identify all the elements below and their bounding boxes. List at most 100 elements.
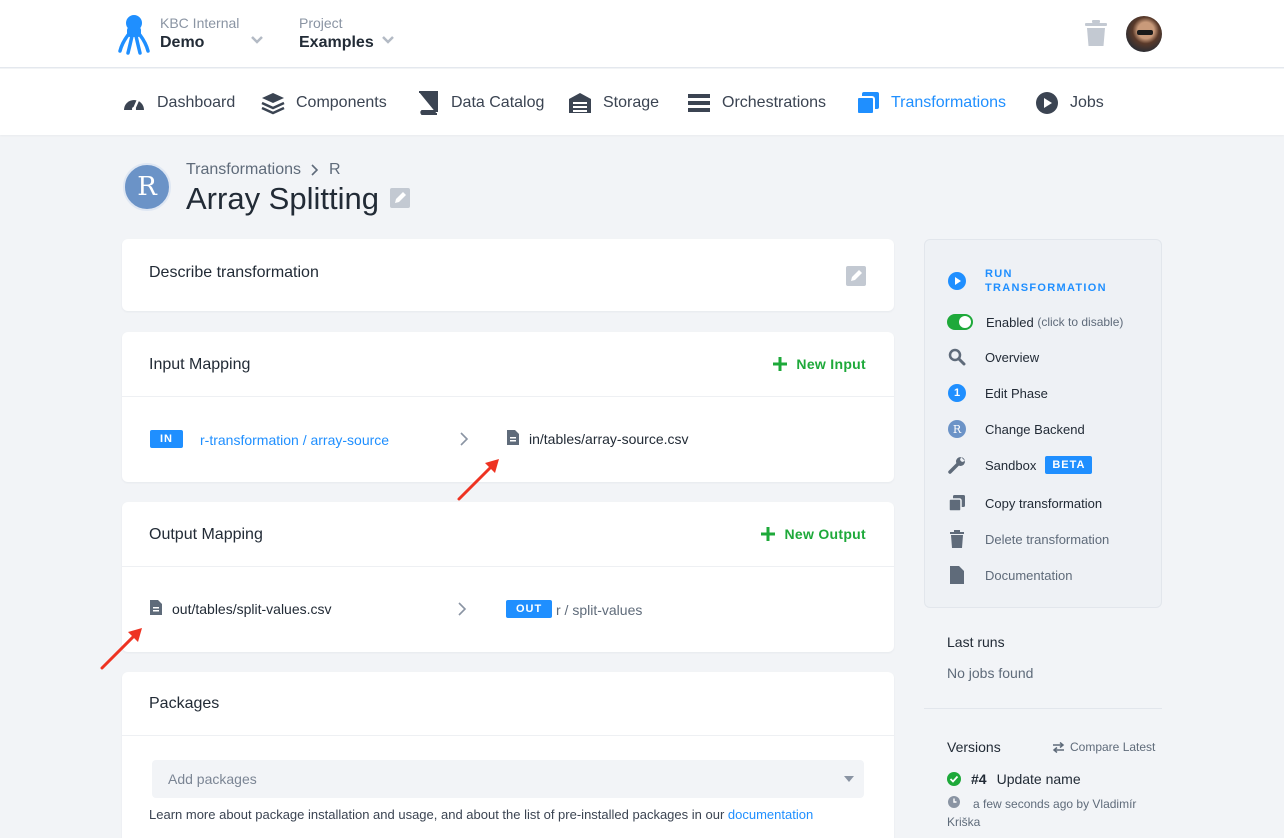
play-icon xyxy=(948,272,966,290)
nav-transformations[interactable]: Transformations xyxy=(856,91,1006,115)
nav-label: Orchestrations xyxy=(722,94,827,111)
change-backend-label: Change Backend xyxy=(985,421,1085,437)
plus-icon xyxy=(761,527,776,541)
output-destination[interactable]: r / split-values xyxy=(556,602,642,618)
run-label: RUN TRANSFORMATION xyxy=(985,268,1107,294)
search-icon xyxy=(948,348,966,366)
new-input-label: New Input xyxy=(796,356,866,372)
file-icon xyxy=(150,600,162,615)
sidebar-actions: RUN TRANSFORMATION Enabled (click to dis… xyxy=(924,239,1162,608)
nav-dashboard[interactable]: Dashboard xyxy=(122,91,235,115)
versions-title: Versions xyxy=(947,739,1001,755)
output-mapping-card: Output Mapping New Output out/tables/spl… xyxy=(122,502,894,652)
input-destination[interactable]: in/tables/array-source.csv xyxy=(529,431,689,447)
user-avatar[interactable] xyxy=(1126,16,1162,52)
documentation-label: Documentation xyxy=(985,567,1073,583)
input-source-link[interactable]: r-transformation / array-source xyxy=(200,432,389,448)
describe-card[interactable]: Describe transformation xyxy=(122,239,894,311)
check-circle-icon xyxy=(947,772,961,786)
enabled-toggle[interactable]: Enabled (click to disable) xyxy=(947,312,1123,332)
trash-icon[interactable] xyxy=(1084,20,1108,47)
new-output-button[interactable]: New Output xyxy=(760,526,866,542)
output-mapping-title: Output Mapping xyxy=(149,526,263,543)
new-input-button[interactable]: New Input xyxy=(772,356,866,372)
divider xyxy=(122,566,894,567)
nav-orchestrations[interactable]: Orchestrations xyxy=(687,91,826,115)
dashboard-icon xyxy=(124,98,144,111)
edit-icon[interactable] xyxy=(846,266,866,286)
packages-placeholder: Add packages xyxy=(168,771,257,787)
project-switcher[interactable]: Project Examples xyxy=(299,15,394,54)
nav-label: Data Catalog xyxy=(451,94,545,111)
last-runs-empty: No jobs found xyxy=(947,665,1034,681)
overview-label: Overview xyxy=(985,349,1040,365)
org-name: Demo xyxy=(160,34,205,51)
input-mapping-title: Input Mapping xyxy=(149,356,251,373)
sandbox-label: Sandbox xyxy=(985,457,1037,473)
describe-title: Describe transformation xyxy=(149,264,319,281)
org-switcher[interactable]: KBC Internal Demo xyxy=(160,15,263,54)
sidebar-overview[interactable]: Overview xyxy=(947,347,1039,367)
keboola-logo[interactable] xyxy=(118,13,150,55)
compare-latest-label: Compare Latest xyxy=(1070,740,1156,754)
breadcrumb: Transformations R xyxy=(186,161,341,179)
documentation-link[interactable]: documentation xyxy=(728,807,813,822)
annotation-arrow xyxy=(457,459,499,501)
version-row[interactable]: #4 Update name xyxy=(947,771,1081,787)
org-label: KBC Internal xyxy=(160,15,240,31)
orchestrations-icon xyxy=(688,94,710,112)
nav-label: Jobs xyxy=(1070,94,1104,111)
components-icon xyxy=(261,93,285,115)
delete-label: Delete transformation xyxy=(985,531,1110,547)
nav-label: Storage xyxy=(603,94,660,111)
sidebar-edit-phase[interactable]: 1 Edit Phase xyxy=(947,383,1048,403)
sidebar-sandbox[interactable]: Sandbox BETA xyxy=(947,455,1093,475)
chevron-down-icon xyxy=(382,36,394,44)
chevron-down-icon xyxy=(251,36,263,44)
output-source[interactable]: out/tables/split-values.csv xyxy=(172,601,332,617)
nav-data-catalog[interactable]: Data Catalog xyxy=(416,91,544,115)
in-tag: IN xyxy=(150,430,183,448)
compare-latest-button[interactable]: Compare Latest xyxy=(1052,740,1155,754)
version-meta: a few seconds ago by Vladimír Kriška xyxy=(947,797,1137,829)
input-mapping-card: Input Mapping New Input IN r-transformat… xyxy=(122,332,894,482)
nav-storage[interactable]: Storage xyxy=(568,91,659,115)
swap-icon xyxy=(1052,741,1065,753)
annotation-arrow xyxy=(100,628,142,670)
breadcrumb-transformations[interactable]: Transformations xyxy=(186,161,301,179)
chevron-right-icon xyxy=(458,602,467,616)
main-nav: Dashboard Components Data Catalog Storag… xyxy=(0,69,1284,135)
edit-icon[interactable] xyxy=(390,188,410,208)
toggle-switch[interactable] xyxy=(947,314,973,330)
packages-title: Packages xyxy=(149,695,220,712)
packages-help-text: Learn more about package installation an… xyxy=(149,807,728,822)
sidebar-documentation[interactable]: Documentation xyxy=(947,565,1072,585)
document-icon xyxy=(950,566,964,584)
nav-jobs[interactable]: Jobs xyxy=(1035,91,1104,115)
sidebar-copy[interactable]: Copy transformation xyxy=(947,493,1102,513)
sidebar-change-backend[interactable]: R Change Backend xyxy=(947,419,1085,439)
phase-number-badge: 1 xyxy=(948,384,966,402)
out-tag: OUT xyxy=(506,600,553,618)
packages-select[interactable]: Add packages xyxy=(152,760,864,798)
nav-components[interactable]: Components xyxy=(261,91,387,115)
beta-badge: BETA xyxy=(1045,456,1093,474)
copy-label: Copy transformation xyxy=(985,495,1103,511)
sidebar-delete[interactable]: Delete transformation xyxy=(947,529,1109,549)
project-name: Examples xyxy=(299,34,374,51)
nav-label: Transformations xyxy=(891,94,1006,111)
packages-card: Packages Add packages Learn more about p… xyxy=(122,672,894,838)
run-transformation-button[interactable]: RUN TRANSFORMATION xyxy=(947,267,1115,295)
version-name: Update name xyxy=(996,771,1081,787)
wrench-icon xyxy=(948,457,965,474)
page-title: Array Splitting xyxy=(186,181,379,216)
top-bar: KBC Internal Demo Project Examples xyxy=(0,0,1284,68)
enabled-label: Enabled xyxy=(986,314,1034,330)
nav-label: Dashboard xyxy=(157,94,236,111)
packages-help: Learn more about package installation an… xyxy=(149,807,813,822)
breadcrumb-r[interactable]: R xyxy=(329,161,341,179)
version-number: #4 xyxy=(971,771,987,787)
trash-icon xyxy=(950,530,964,548)
book-icon xyxy=(419,91,438,115)
r-backend-icon: R xyxy=(948,420,966,438)
